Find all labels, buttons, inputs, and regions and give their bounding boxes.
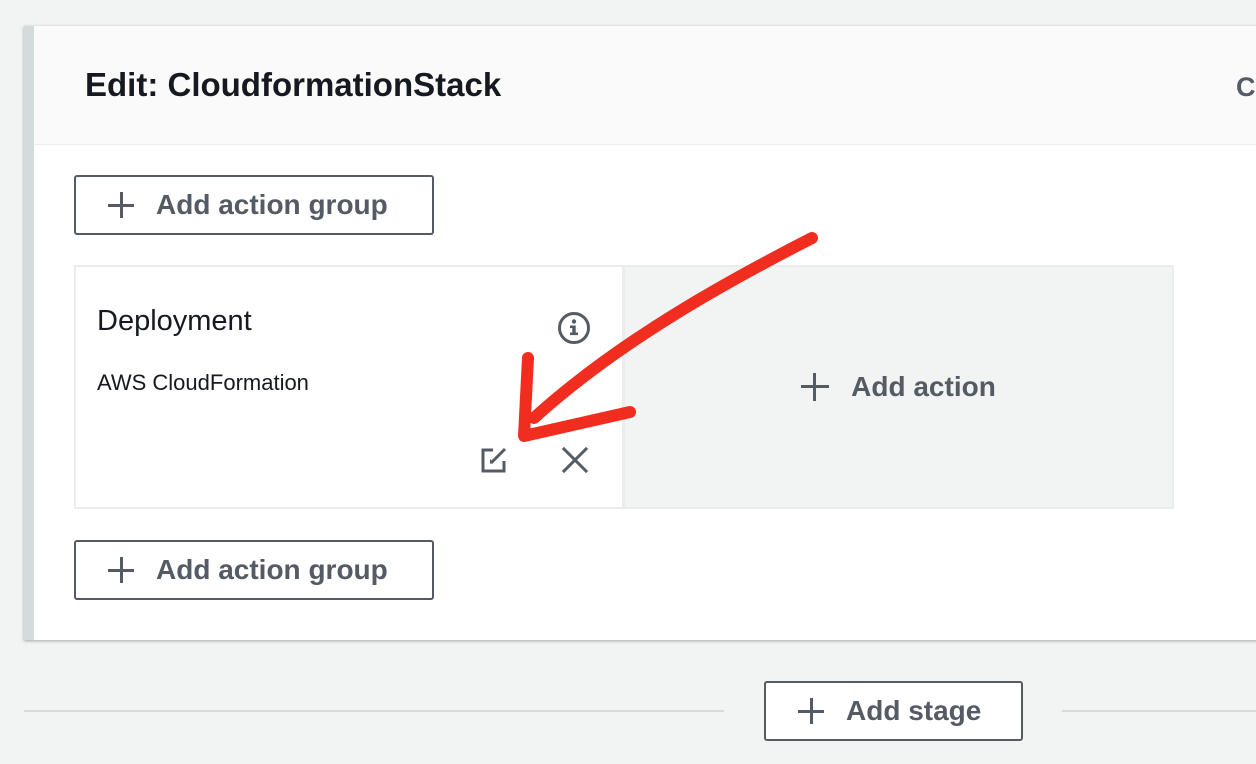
action-name: Deployment — [97, 305, 252, 337]
add-stage-label: Add stage — [846, 695, 982, 726]
plus-icon — [108, 192, 134, 218]
add-stage-button[interactable]: Add stage — [764, 681, 1023, 741]
stage-divider-left — [24, 710, 724, 712]
stage-divider-right — [1062, 710, 1256, 712]
add-action-label: Add action — [851, 371, 996, 402]
plus-icon — [108, 557, 134, 583]
plus-icon — [801, 373, 830, 401]
cancel-button[interactable]: Ca — [1236, 72, 1256, 103]
edit-icon[interactable] — [479, 445, 509, 475]
add-action-group-button-top[interactable]: Add action group — [74, 175, 434, 235]
add-action-group-button-bottom[interactable]: Add action group — [74, 540, 434, 600]
add-action-group-label: Add action group — [156, 554, 388, 585]
add-action-button[interactable]: Add action — [624, 265, 1174, 509]
action-card-deployment: Deployment AWS CloudFormation — [74, 265, 624, 509]
info-icon[interactable] — [557, 311, 591, 345]
action-provider: AWS CloudFormation — [97, 370, 309, 395]
plus-icon — [798, 698, 824, 724]
edit-stage-panel: Edit: CloudformationStack Ca Add action … — [24, 26, 1256, 640]
add-action-group-label: Add action group — [156, 189, 388, 220]
page-title: Edit: CloudformationStack — [85, 66, 502, 103]
panel-left-accent — [24, 26, 34, 640]
panel-header: Edit: CloudformationStack Ca — [34, 26, 1256, 145]
close-icon[interactable] — [560, 445, 590, 475]
